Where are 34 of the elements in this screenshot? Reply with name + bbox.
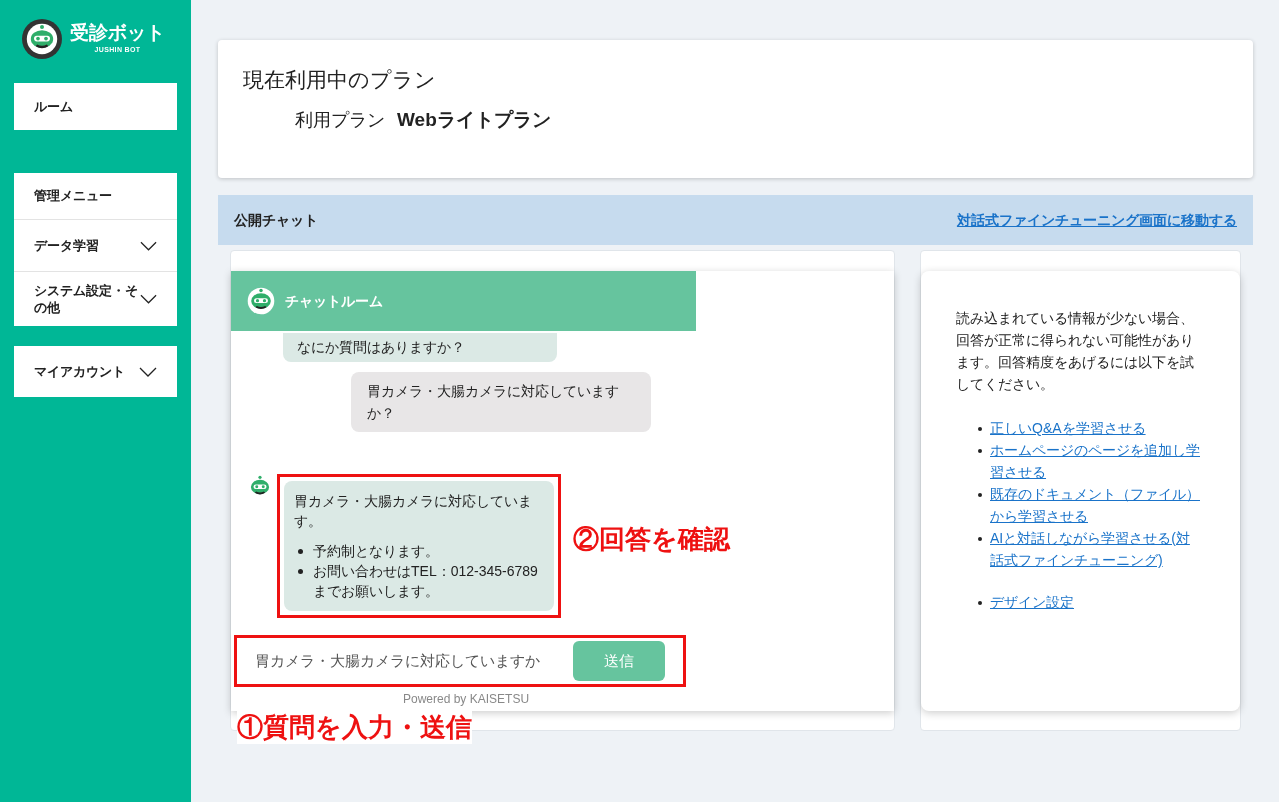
tips-text: 読み込まれている情報が少ない場合、回答が正常に得られない可能性があります。回答精度をあげるには以下を試してください。 <box>956 309 1195 394</box>
plan-value: Webライトプラン <box>397 107 551 132</box>
bullet-text: お問い合わせはTEL：012-345-6789までお願いします。 <box>313 562 539 601</box>
menu-item[interactable]: システム設定・その他 <box>14 272 177 326</box>
message-text: 胃カメラ・大腸カメラに対応しています。 <box>294 492 533 531</box>
chat-title: チャットルーム <box>285 291 383 311</box>
bullet-icon <box>978 601 982 605</box>
account-menu-item[interactable]: マイアカウント <box>14 346 177 397</box>
room-nav-item[interactable]: ルーム <box>14 83 177 130</box>
tip-link[interactable]: 既存のドキュメント（ファイル）から学習させる <box>990 483 1200 527</box>
bullet-icon <box>298 549 303 554</box>
menu-item[interactable]: データ学習 <box>14 220 177 272</box>
tip-link[interactable]: ホームページのページを追加し学習させる <box>990 439 1200 483</box>
bullet-icon <box>978 493 982 497</box>
bot-message: なにか質問はありますか？ <box>283 333 557 362</box>
bullet-icon <box>978 537 982 541</box>
annotation-label: ①質問を入力・送信 <box>237 710 472 744</box>
bullet-icon <box>978 449 982 453</box>
tip-link[interactable]: 正しいQ&Aを学習させる <box>990 417 1146 439</box>
tip-link[interactable]: AIと対話しながら学習させる(対話式ファインチューニング) <box>990 527 1200 571</box>
robot-icon <box>247 287 275 315</box>
powered-by-text: Powered by KAISETSU <box>403 691 530 708</box>
bullet-text: 予約制となります。 <box>313 542 439 561</box>
bullet-icon <box>298 569 303 574</box>
settings-link[interactable]: デザイン設定 <box>990 591 1074 613</box>
logo-title: 受診ボット <box>70 22 165 42</box>
plan-label: 利用プラン <box>295 108 385 132</box>
fine-tuning-link[interactable]: 対話式ファインチューニング画面に移動する <box>957 209 1237 231</box>
menu-heading: 管理メニュー <box>14 173 177 220</box>
user-message: 胃カメラ・大腸カメラに対応していますか？ <box>351 372 651 432</box>
section-title: 公開チャット <box>234 210 318 230</box>
bullet-icon <box>978 427 982 431</box>
annotation-label: ②回答を確認 <box>573 523 730 556</box>
plan-title: 現在利用中のプラン <box>243 67 437 93</box>
